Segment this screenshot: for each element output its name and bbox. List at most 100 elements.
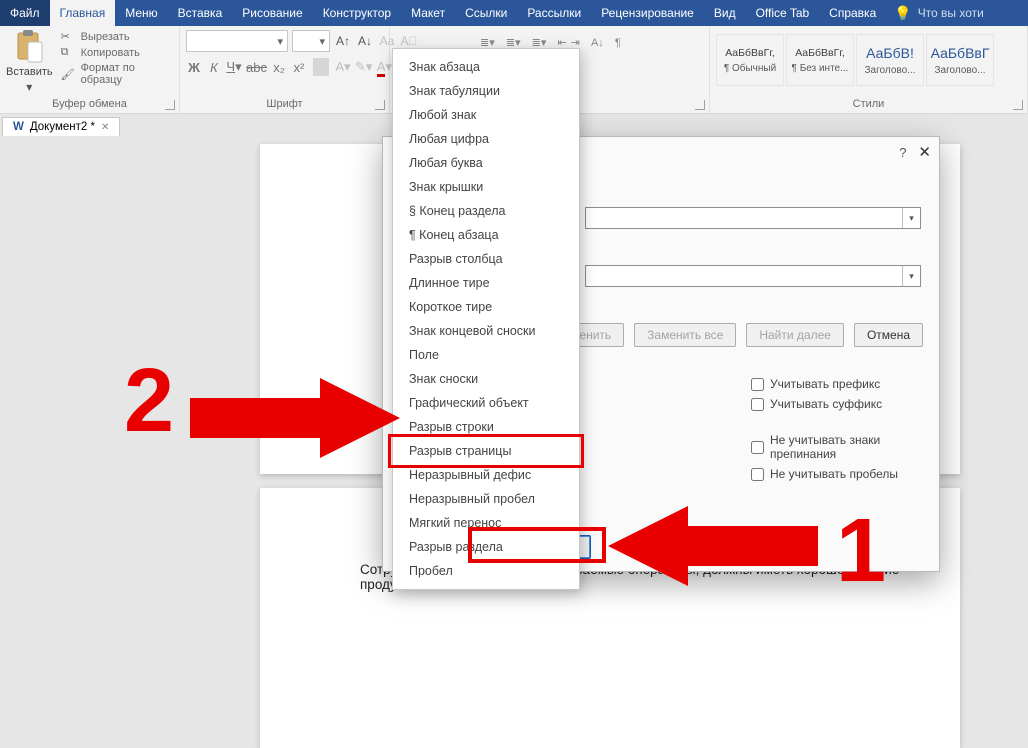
tab-office[interactable]: Office Tab [746, 0, 820, 26]
doc-tab-label: Документ2 * [30, 121, 95, 133]
strike-button[interactable]: abc [246, 60, 267, 75]
highlight-button[interactable]: ✎▾ [355, 59, 372, 75]
group-clipboard: Вставить ▾ ✂ Вырезать ⧉ Копировать 🖌 Формат… [0, 26, 180, 113]
dialog-launcher-icon[interactable] [695, 100, 705, 110]
group-styles: АаБбВвГг,¶ Обычный АаБбВвГг,¶ Без инте..… [710, 26, 1028, 113]
special-menu-item[interactable]: Знак концевой сноски [393, 319, 579, 343]
group-font: ▾ ▾ A↑ A↓ Aa A⃠ Ж К Ч▾ abc x₂ x² A▾ ✎▾ A… [180, 26, 390, 113]
special-menu-item[interactable]: Короткое тире [393, 295, 579, 319]
annotation-arrow-1 [608, 506, 818, 586]
tab-design[interactable]: Конструктор [313, 0, 401, 26]
annotation-number-1: 1 [836, 500, 886, 603]
style-heading1[interactable]: АаБбВ!Заголово... [856, 34, 924, 86]
special-menu-item[interactable]: ¶ Конец абзаца [393, 223, 579, 247]
close-icon[interactable]: ✕ [918, 143, 931, 161]
tab-view[interactable]: Вид [704, 0, 746, 26]
group-font-label: Шрифт [180, 98, 389, 113]
chevron-down-icon[interactable]: ▾ [902, 208, 920, 228]
paste-icon [14, 30, 44, 64]
text-effects-button[interactable]: A▾ [335, 59, 351, 75]
tab-menu[interactable]: Меню [115, 0, 167, 26]
group-clipboard-label: Буфер обмена [0, 98, 179, 113]
copy-label: Копировать [81, 47, 140, 59]
special-menu-item[interactable]: Длинное тире [393, 271, 579, 295]
bold-button[interactable]: Ж [186, 60, 202, 75]
tab-file[interactable]: Файл [0, 0, 50, 26]
cut-label: Вырезать [81, 31, 130, 43]
special-menu-item[interactable]: Неразрывный пробел [393, 487, 579, 511]
tell-me-text: Что вы хоти [918, 6, 984, 20]
find-next-button[interactable]: Найти далее [746, 323, 844, 347]
tell-me[interactable]: 💡 Что вы хоти [894, 0, 984, 26]
shrink-font-icon[interactable]: A↓ [356, 32, 374, 50]
check-prefix[interactable]: Учитывать префикс [751, 377, 923, 391]
special-menu-item[interactable]: Разрыв столбца [393, 247, 579, 271]
special-menu-item[interactable]: Любая цифра [393, 127, 579, 151]
cancel-button[interactable]: Отмена [854, 323, 923, 347]
special-menu-item[interactable]: Любой знак [393, 103, 579, 127]
check-suffix[interactable]: Учитывать суффикс [751, 397, 923, 411]
format-painter-button[interactable]: 🖌 Формат по образцу [61, 62, 173, 86]
annotation-arrow-2 [190, 378, 400, 458]
font-size-combo[interactable]: ▾ [292, 30, 330, 52]
special-menu-item[interactable]: Пробел [393, 559, 579, 583]
tab-home[interactable]: Главная [50, 0, 116, 26]
replace-with-field[interactable]: ▾ [585, 265, 921, 287]
special-menu-item[interactable]: Знак сноски [393, 367, 579, 391]
help-icon[interactable]: ? [899, 145, 906, 160]
copy-icon: ⧉ [61, 46, 75, 59]
font-name-combo[interactable]: ▾ [186, 30, 288, 52]
tab-help[interactable]: Справка [819, 0, 886, 26]
copy-button[interactable]: ⧉ Копировать [61, 46, 173, 59]
special-menu-item[interactable]: Графический объект [393, 391, 579, 415]
find-what-field[interactable]: ▾ [585, 207, 921, 229]
special-menu-item[interactable]: Разрыв раздела [393, 535, 579, 559]
paste-button[interactable]: Вставить ▾ [6, 30, 53, 94]
special-menu-item[interactable]: Разрыв страницы [393, 439, 579, 463]
superscript-button[interactable]: x² [291, 60, 307, 75]
group-styles-label: Стили [710, 98, 1027, 113]
dialog-launcher-icon[interactable] [375, 100, 385, 110]
italic-button[interactable]: К [206, 60, 222, 75]
paste-label: Вставить [6, 66, 53, 78]
bulb-icon: 💡 [894, 5, 911, 22]
dialog-launcher-icon[interactable] [1013, 100, 1023, 110]
dialog-launcher-icon[interactable] [165, 100, 175, 110]
check-ignore-punct[interactable]: Не учитывать знаки препинания [751, 433, 923, 461]
document-tab[interactable]: W Документ2 * ✕ [2, 117, 120, 136]
style-no-spacing[interactable]: АаБбВвГг,¶ Без инте... [786, 34, 854, 86]
tab-layout[interactable]: Макет [401, 0, 455, 26]
scissors-icon: ✂ [61, 30, 75, 43]
tab-review[interactable]: Рецензирование [591, 0, 704, 26]
brush-icon: 🖌 [61, 68, 75, 81]
underline-button[interactable]: Ч▾ [226, 59, 242, 75]
close-tab-icon[interactable]: ✕ [101, 122, 109, 133]
grow-font-icon[interactable]: A↑ [334, 32, 352, 50]
paste-caret-icon: ▾ [26, 80, 32, 94]
special-menu-item[interactable]: § Конец раздела [393, 199, 579, 223]
tab-mailings[interactable]: Рассылки [517, 0, 591, 26]
cut-button[interactable]: ✂ Вырезать [61, 30, 173, 43]
style-heading2[interactable]: АаБбВвГЗаголово... [926, 34, 994, 86]
tab-insert[interactable]: Вставка [168, 0, 233, 26]
pilcrow-icon[interactable]: ¶ [615, 36, 621, 49]
subscript-button[interactable]: x₂ [271, 60, 287, 75]
special-menu-item[interactable]: Мягкий перенос [393, 511, 579, 535]
special-menu-item[interactable]: Неразрывный дефис [393, 463, 579, 487]
ribbon-menubar: Файл Главная Меню Вставка Рисование Конс… [0, 0, 1028, 26]
format-painter-label: Формат по образцу [81, 62, 173, 86]
special-menu-item[interactable]: Знак абзаца [393, 55, 579, 79]
style-normal[interactable]: АаБбВвГг,¶ Обычный [716, 34, 784, 86]
special-menu-item[interactable]: Знак табуляции [393, 79, 579, 103]
word-doc-icon: W [13, 121, 24, 133]
special-menu-item[interactable]: Любая буква [393, 151, 579, 175]
tab-draw[interactable]: Рисование [232, 0, 312, 26]
special-menu-item[interactable]: Разрыв строки [393, 415, 579, 439]
special-menu-item[interactable]: Знак крышки [393, 175, 579, 199]
replace-all-button[interactable]: Заменить все [634, 323, 736, 347]
chevron-down-icon[interactable]: ▾ [902, 266, 920, 286]
check-ignore-spaces[interactable]: Не учитывать пробелы [751, 467, 923, 481]
special-menu-item[interactable]: Поле [393, 343, 579, 367]
tab-references[interactable]: Ссылки [455, 0, 517, 26]
sort-icon[interactable]: A↓ [591, 36, 604, 49]
